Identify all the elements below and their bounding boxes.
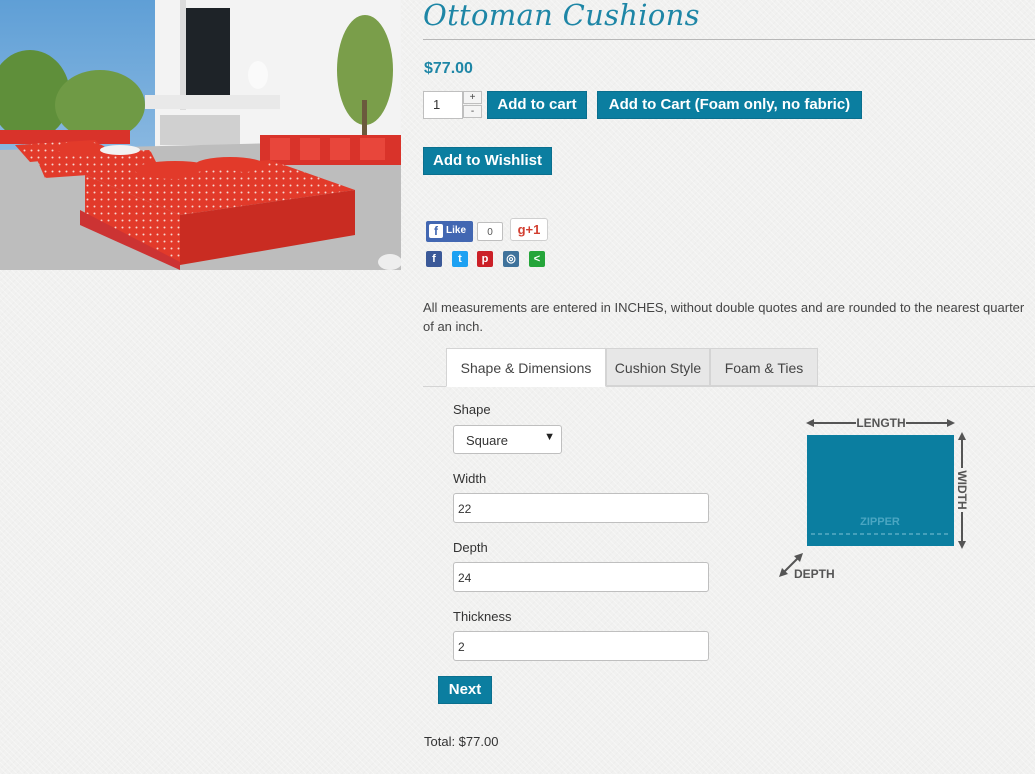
depth-label: Depth <box>453 540 488 555</box>
length-label: LENGTH <box>856 416 905 430</box>
tab-foam-ties[interactable]: Foam & Ties <box>710 348 818 386</box>
like-label: Like <box>446 225 467 236</box>
product-photo <box>0 0 401 270</box>
width-label: Width <box>453 471 487 486</box>
instagram-icon[interactable]: ◎ <box>503 251 519 267</box>
title-divider <box>423 39 1035 40</box>
product-price: $77.00 <box>424 60 473 77</box>
quantity-decrement[interactable]: - <box>463 105 482 118</box>
quantity-input[interactable]: 1 <box>423 91 463 119</box>
cushion-shape <box>807 435 954 546</box>
next-button[interactable]: Next <box>438 676 492 704</box>
quantity-increment[interactable]: + <box>463 91 482 104</box>
thickness-label: Thickness <box>453 609 512 624</box>
depth-diagram-label: DEPTH <box>794 567 835 581</box>
share-icon[interactable]: < <box>529 251 545 267</box>
width-input[interactable]: 22 <box>453 493 709 523</box>
dropdown-arrow-icon: ▼ <box>544 431 555 443</box>
twitter-icon[interactable]: t <box>452 251 468 267</box>
tab-cushion-style[interactable]: Cushion Style <box>606 348 710 386</box>
shape-value: Square <box>466 433 508 448</box>
measurement-note: All measurements are entered in INCHES, … <box>423 300 1025 334</box>
google-plus-button[interactable]: g+1 <box>510 218 548 241</box>
add-to-cart-foam-button[interactable]: Add to Cart (Foam only, no fabric) <box>597 91 862 119</box>
shape-label: Shape <box>453 402 491 417</box>
depth-input[interactable]: 24 <box>453 562 709 592</box>
thickness-input[interactable]: 2 <box>453 631 709 661</box>
shape-select[interactable]: Square ▼ <box>453 425 562 454</box>
cushion-dimension-diagram: ZIPPER LENGTH WIDTH DEPTH <box>774 410 974 590</box>
add-to-cart-button[interactable]: Add to cart <box>487 91 587 119</box>
add-to-wishlist-button[interactable]: Add to Wishlist <box>423 147 552 175</box>
like-count: 0 <box>477 222 503 241</box>
ottoman-cushions-image <box>0 0 401 270</box>
facebook-icon[interactable]: f <box>426 251 442 267</box>
tab-shape-dimensions[interactable]: Shape & Dimensions <box>446 348 606 387</box>
width-diagram-label: WIDTH <box>955 470 969 509</box>
facebook-like-button[interactable]: f Like <box>426 221 473 242</box>
zipper-label: ZIPPER <box>860 516 900 528</box>
order-total: Total: $77.00 <box>424 734 499 749</box>
facebook-icon: f <box>429 224 443 238</box>
pinterest-icon[interactable]: p <box>477 251 493 267</box>
product-title: Ottoman Cushions <box>423 0 700 32</box>
